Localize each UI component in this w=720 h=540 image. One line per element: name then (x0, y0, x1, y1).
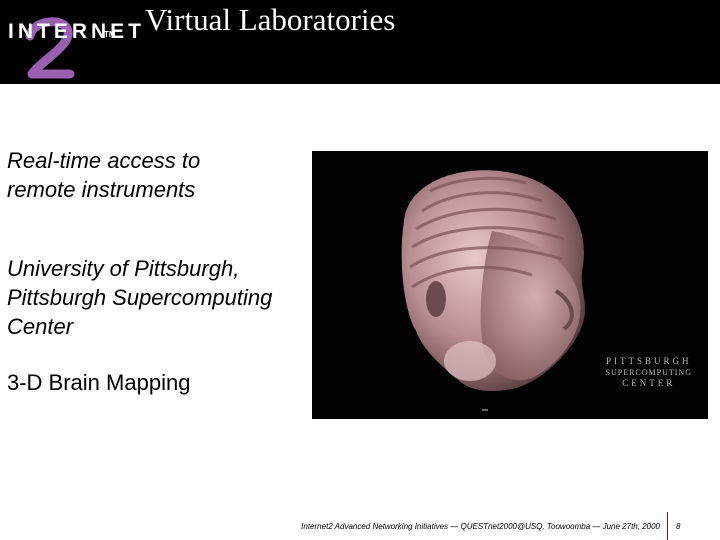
bullet-university: University of Pittsburgh, Pittsburgh Sup… (7, 256, 273, 339)
footer-divider (667, 512, 668, 540)
logo-trademark: TM (104, 30, 116, 39)
psc-line-1: PITTSBURGH (606, 356, 692, 366)
psc-line-3: CENTER (622, 378, 676, 388)
psc-watermark: PITTSBURGH SUPERCOMPUTING CENTER (606, 356, 692, 389)
slide-title: Virtual Laboratories (145, 2, 396, 37)
header-bar: INTERNET TM Virtual Laboratories (0, 0, 720, 84)
head-render-image: PITTSBURGH SUPERCOMPUTING CENTER (312, 151, 708, 419)
logo-wordmark: INTERNET (8, 20, 145, 43)
footer-text: Internet2 Advanced Networking Initiative… (301, 522, 660, 531)
bullet-brain-mapping: 3-D Brain Mapping (7, 370, 191, 395)
bullet-remote-access: Real-time access to remote instruments (7, 148, 201, 202)
page-number: 8 (676, 522, 681, 531)
psc-line-2: SUPERCOMPUTING (605, 368, 692, 377)
